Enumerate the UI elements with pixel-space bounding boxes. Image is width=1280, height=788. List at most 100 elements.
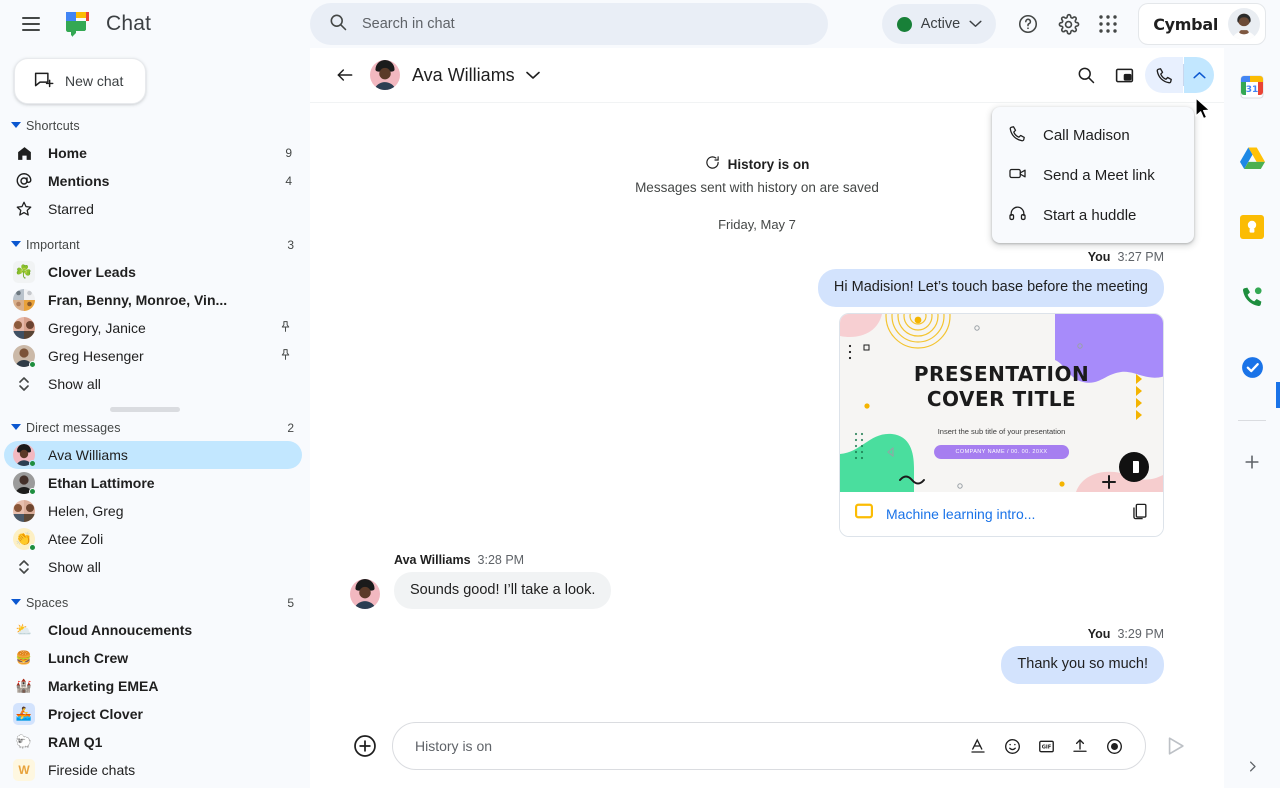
phone-icon	[1008, 124, 1027, 147]
upload-icon[interactable]	[1063, 729, 1097, 763]
sidebar-item-label: Helen, Greg	[48, 503, 124, 519]
message-bubble: Thank you so much!	[1001, 646, 1164, 684]
section-header-shortcuts[interactable]: Shortcuts	[0, 112, 310, 139]
search-in-conversation-icon[interactable]	[1067, 56, 1105, 94]
group-avatar	[12, 288, 36, 312]
app-title: Chat	[106, 12, 152, 35]
sidebar-item-atee-zoli[interactable]: 👏 Atee Zoli	[4, 525, 302, 553]
google-keep-icon[interactable]	[1235, 210, 1269, 244]
menu-item-call-madison[interactable]: Call Madison	[992, 115, 1194, 155]
call-button[interactable]	[1145, 57, 1183, 93]
sidebar-show-all-important[interactable]: Show all	[4, 370, 302, 398]
sidebar-item-fran-group[interactable]: Fran, Benny, Monroe, Vin...	[4, 286, 302, 314]
sidebar-item-clover-leads[interactable]: ☘️ Clover Leads	[4, 258, 302, 286]
sidebar-item-ethan-lattimore[interactable]: Ethan Lattimore	[4, 469, 302, 497]
menu-item-label: Send a Meet link	[1043, 166, 1155, 184]
pin-icon	[279, 348, 292, 364]
emoji-icon[interactable]	[995, 729, 1029, 763]
sidebar-item-ava-williams[interactable]: Ava Williams	[4, 441, 302, 469]
pin-icon	[279, 320, 292, 336]
gear-icon[interactable]	[1048, 4, 1088, 44]
message-bubble: Sounds good! I’ll take a look.	[394, 571, 612, 610]
sidebar-item-label: Marketing EMEA	[48, 678, 159, 694]
history-notice-title: History is on	[727, 156, 810, 172]
back-arrow-icon[interactable]	[328, 58, 362, 92]
chevron-down-icon[interactable]	[520, 62, 546, 88]
presence-indicator	[29, 544, 36, 551]
slides-attachment-card[interactable]: PRESENTATION COVER TITLE Insert the sub …	[839, 312, 1164, 537]
call-options-chevron-up-icon[interactable]	[1184, 57, 1214, 93]
copy-icon[interactable]	[1130, 502, 1149, 526]
message-input-wrapper[interactable]: History is on GIF	[392, 722, 1146, 770]
sidebar-item-cloud-annoucements[interactable]: ⛅ Cloud Annoucements	[4, 616, 302, 644]
message-author: You	[1087, 250, 1111, 264]
sidebar-item-label: Greg Hesenger	[48, 348, 144, 364]
sidebar-item-label: Ava Williams	[48, 447, 128, 463]
account-brand-label: Cymbal	[1153, 14, 1218, 34]
picture-in-picture-icon[interactable]	[1105, 56, 1143, 94]
google-calendar-icon[interactable]: 31	[1235, 70, 1269, 104]
section-header-spaces[interactable]: Spaces 5	[0, 589, 310, 616]
gif-icon[interactable]: GIF	[1029, 729, 1063, 763]
hamburger-icon[interactable]	[14, 7, 48, 41]
sidebar-item-marketing-emea[interactable]: 🏰 Marketing EMEA	[4, 672, 302, 700]
top-bar: Search in chat Active Cymbal	[310, 0, 1280, 48]
text-format-icon[interactable]	[961, 729, 995, 763]
expand-icon	[12, 372, 36, 396]
sidebar-item-label: RAM Q1	[48, 734, 103, 750]
add-app-icon[interactable]	[1235, 445, 1269, 479]
slide-preview[interactable]: PRESENTATION COVER TITLE Insert the sub …	[840, 313, 1163, 492]
section-header-important[interactable]: Important 3	[0, 231, 310, 258]
sidebar-item-ram-q1[interactable]: 🐑 RAM Q1	[4, 728, 302, 756]
sidebar-show-all-dms[interactable]: Show all	[4, 553, 302, 581]
search-input[interactable]: Search in chat	[362, 16, 455, 32]
menu-item-start-huddle[interactable]: Start a huddle	[992, 195, 1194, 235]
add-attachment-icon[interactable]	[350, 731, 380, 761]
new-chat-button[interactable]: New chat	[14, 58, 147, 104]
group-avatar	[12, 499, 36, 523]
slide-title: PRESENTATION COVER TITLE	[913, 361, 1090, 411]
headphones-icon	[1008, 204, 1027, 227]
chevron-right-icon[interactable]	[1238, 752, 1266, 780]
status-badge[interactable]: Active	[881, 4, 997, 44]
sidebar-item-label: Ethan Lattimore	[48, 475, 155, 491]
side-apps-rail: 31	[1224, 0, 1280, 788]
google-drive-icon[interactable]	[1235, 140, 1269, 174]
sidebar-item-helen-greg[interactable]: Helen, Greg	[4, 497, 302, 525]
chevron-down-icon	[8, 595, 24, 611]
sidebar-item-gregory-janice[interactable]: Gregory, Janice	[4, 314, 302, 342]
sidebar-item-label: Show all	[48, 559, 101, 575]
google-tasks-icon[interactable]	[1235, 350, 1269, 384]
section-header-direct-messages[interactable]: Direct messages 2	[0, 414, 310, 441]
section-title: Important	[26, 237, 80, 252]
menu-item-send-meet-link[interactable]: Send a Meet link	[992, 155, 1194, 195]
sidebar-scroll-indicator[interactable]	[110, 407, 180, 412]
person-avatar	[12, 344, 36, 368]
sidebar-item-fireside-chats[interactable]: W Fireside chats	[4, 756, 302, 784]
sidebar-item-project-clover[interactable]: 🚣 Project Clover	[4, 700, 302, 728]
message-row: You 3:29 PM Thank you so much!	[350, 627, 1164, 684]
sidebar-item-label: Cloud Annoucements	[48, 622, 193, 638]
active-app-indicator	[1276, 382, 1280, 408]
sidebar-item-lunch-crew[interactable]: 🍔 Lunch Crew	[4, 644, 302, 672]
account-button[interactable]: Cymbal	[1138, 3, 1266, 45]
sidebar-item-greg-hesenger[interactable]: Greg Hesenger	[4, 342, 302, 370]
sidebar-nav-scroll[interactable]: Shortcuts Home 9 Mentions 4 Starred Impo…	[0, 112, 310, 788]
sidebar-item-mentions[interactable]: Mentions 4	[4, 167, 302, 195]
page-title: Ava Williams	[412, 64, 515, 85]
apps-grid-icon[interactable]	[1088, 4, 1128, 44]
search-input-wrapper[interactable]: Search in chat	[310, 3, 828, 45]
message-meta: You 3:29 PM	[1088, 627, 1164, 641]
message-time: 3:28 PM	[477, 552, 525, 567]
sidebar-item-home[interactable]: Home 9	[4, 139, 302, 167]
sidebar-item-starred[interactable]: Starred	[4, 195, 302, 223]
attachment-file-name[interactable]: Machine learning intro...	[886, 506, 1118, 522]
slides-attachment-footer: Machine learning intro...	[840, 491, 1163, 536]
record-icon[interactable]	[1097, 729, 1131, 763]
chevron-down-icon	[969, 15, 982, 33]
person-avatar	[12, 471, 36, 495]
google-voice-icon[interactable]	[1235, 280, 1269, 314]
send-button[interactable]	[1158, 728, 1194, 764]
message-input[interactable]: History is on	[415, 738, 961, 754]
help-icon[interactable]	[1008, 4, 1048, 44]
